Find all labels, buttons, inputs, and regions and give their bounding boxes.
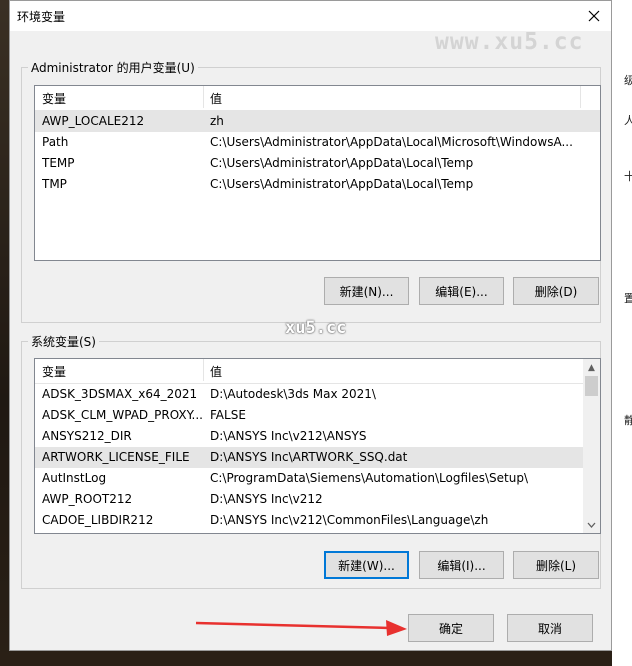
system-new-button[interactable]: 新建(W)...	[324, 551, 409, 579]
list-header: 变量 值	[35, 86, 600, 111]
table-row[interactable]: CADOE_LIBDIR212 D:\ANSYS Inc\v212\CommonF…	[35, 510, 600, 531]
column-header-name[interactable]: 变量	[42, 90, 66, 107]
table-row[interactable]: TEMP C:\Users\Administrator\AppData\Local…	[35, 153, 600, 174]
variable-name: Path	[42, 135, 69, 149]
variable-name: AWP_ROOT212	[42, 492, 133, 506]
scroll-up-arrow-icon[interactable]: ▲	[583, 359, 600, 376]
variable-name: ADSK_CLM_WPAD_PROXY...	[42, 408, 202, 422]
dialog-title: 环境变量	[17, 10, 66, 24]
table-row[interactable]: AutInstLog C:\ProgramData\Siemens\Automat…	[35, 468, 600, 489]
watermark: xu5.cc	[285, 318, 347, 338]
variable-name: ANSYS212_DIR	[42, 429, 132, 443]
vertical-scrollbar[interactable]: ▲	[583, 359, 600, 533]
user-variables-label: Administrator 的用户变量(U)	[28, 59, 198, 76]
variable-name: ADSK_3DSMAX_x64_2021	[42, 387, 198, 401]
table-row[interactable]: TMP C:\Users\Administrator\AppData\Local\…	[35, 174, 600, 195]
variable-value: D:\ANSYS Inc\ARTWORK_SSQ.dat	[210, 450, 408, 464]
table-row[interactable]: ANSYS212_DIR D:\ANSYS Inc\v212\ANSYS	[35, 426, 600, 447]
column-header-name[interactable]: 变量	[42, 363, 66, 380]
variable-name: ARTWORK_LICENSE_FILE	[42, 450, 190, 464]
user-new-button[interactable]: 新建(N)...	[324, 277, 409, 305]
variable-value: C:\ProgramData\Siemens\Automation\Logfil…	[210, 471, 529, 485]
variable-value: C:\Users\Administrator\AppData\Local\Tem…	[210, 156, 474, 170]
table-row[interactable]: ARTWORK_LICENSE_FILE D:\ANSYS Inc\ARTWORK…	[35, 447, 600, 468]
background-text: 人	[624, 114, 632, 127]
watermark: www.xu5.cc	[435, 29, 584, 55]
column-header-value[interactable]: 值	[210, 90, 222, 107]
table-row[interactable]: AWP_LOCALE212 zh	[35, 111, 600, 132]
column-header-value[interactable]: 值	[210, 363, 222, 380]
variable-name: TMP	[42, 177, 67, 191]
table-row[interactable]: ADSK_CLM_WPAD_PROXY... FALSE	[35, 405, 600, 426]
variable-value: D:\Autodesk\3ds Max 2021\	[210, 387, 376, 401]
background-window-edge: 级 人 十 置 静	[612, 0, 632, 666]
scroll-down-arrow-icon[interactable]	[583, 516, 600, 533]
column-divider[interactable]	[203, 359, 204, 381]
environment-variables-dialog: 环境变量 www.xu5.cc Administrator 的用户变量(U) 变…	[9, 0, 612, 651]
cancel-button[interactable]: 取消	[507, 614, 593, 642]
system-variables-list[interactable]: 变量 值 ADSK_3DSMAX_x64_2021 D:\Autodesk\3ds…	[34, 358, 601, 534]
variable-value: zh	[210, 114, 224, 128]
variable-value: C:\Users\Administrator\AppData\Local\Tem…	[210, 177, 474, 191]
table-row[interactable]: Path C:\Users\Administrator\AppData\Local…	[35, 132, 600, 153]
system-edit-button[interactable]: 编辑(I)...	[419, 551, 504, 579]
list-header: 变量 值	[35, 359, 600, 384]
variable-name: AWP_LOCALE212	[42, 114, 145, 128]
background-text: 级	[624, 74, 632, 87]
table-row[interactable]: AWP_ROOT212 D:\ANSYS Inc\v212	[35, 489, 600, 510]
table-row[interactable]: ADSK_3DSMAX_x64_2021 D:\Autodesk\3ds Max …	[35, 384, 600, 405]
system-delete-button[interactable]: 删除(L)	[513, 551, 599, 579]
scrollbar-thumb[interactable]	[585, 376, 598, 396]
variable-value: FALSE	[210, 408, 246, 422]
title-bar: 环境变量	[10, 1, 611, 31]
user-delete-button[interactable]: 删除(D)	[513, 277, 599, 305]
system-variables-label: 系统变量(S)	[28, 333, 99, 350]
variable-value: D:\ANSYS Inc\v212\CommonFiles\Language\z…	[210, 513, 489, 527]
variable-value: D:\ANSYS Inc\v212	[210, 492, 323, 506]
close-icon	[588, 10, 600, 22]
variable-value: D:\ANSYS Inc\v212\ANSYS	[210, 429, 367, 443]
user-variables-list[interactable]: 变量 值 AWP_LOCALE212 zh Path C:\Users\Adminis…	[34, 85, 601, 261]
close-button[interactable]	[577, 1, 611, 31]
variable-name: CADOE_LIBDIR212	[42, 513, 154, 527]
ok-button[interactable]: 确定	[408, 614, 494, 642]
variable-name: AutInstLog	[42, 471, 107, 485]
background-text: 静	[624, 414, 632, 427]
variable-name: TEMP	[42, 156, 75, 170]
user-edit-button[interactable]: 编辑(E)...	[419, 277, 504, 305]
column-divider[interactable]	[580, 86, 581, 108]
background-text: 置	[624, 292, 632, 305]
variable-value: C:\Users\Administrator\AppData\Local\Mic…	[210, 135, 573, 149]
background-text: 十	[624, 170, 632, 183]
column-divider[interactable]	[203, 86, 204, 108]
